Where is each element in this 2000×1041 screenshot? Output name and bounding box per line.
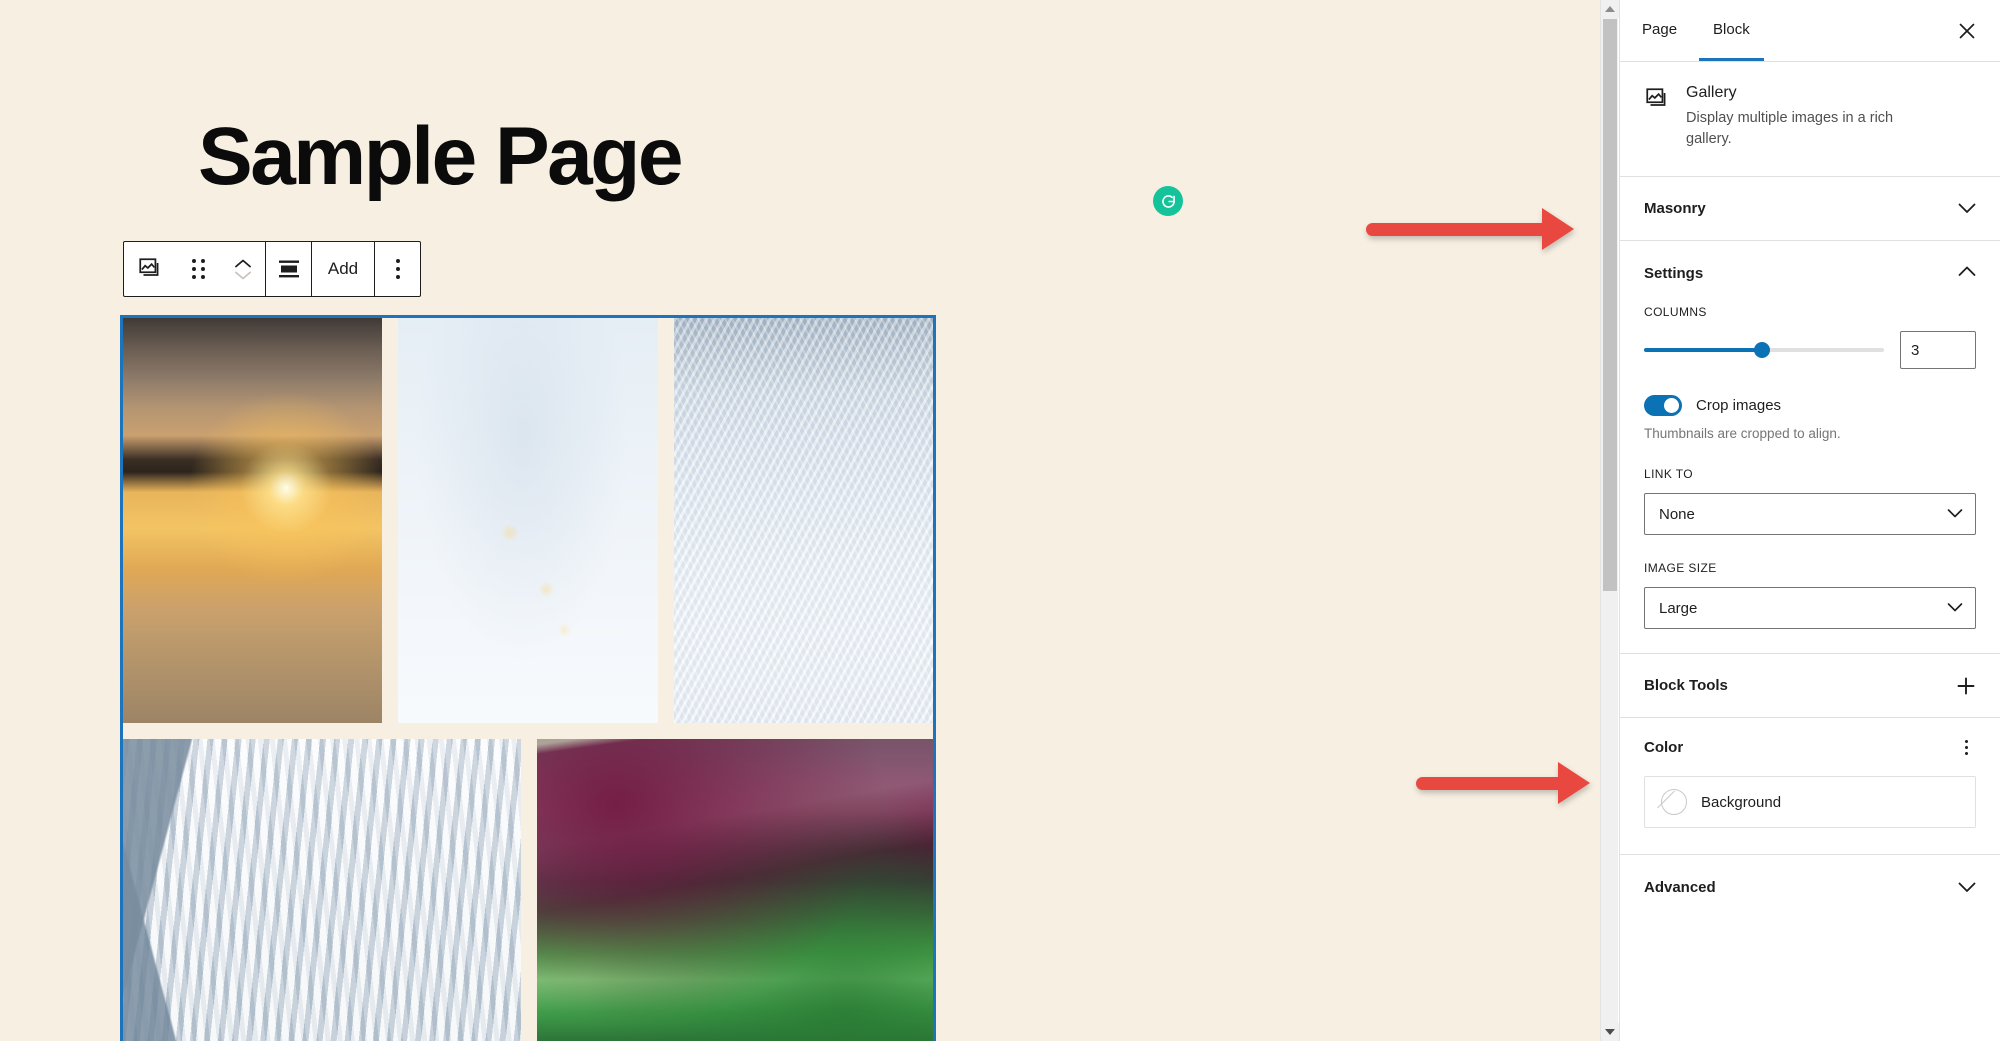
panel-masonry-label: Masonry [1644, 200, 1706, 218]
scrollbar-down-arrow[interactable] [1601, 1023, 1619, 1041]
block-info-card: Gallery Display multiple images in a ric… [1620, 62, 2000, 178]
arrow-shaft [1366, 223, 1562, 236]
chevron-down-icon[interactable] [1958, 882, 1976, 893]
block-toolbar-group-align [266, 242, 311, 296]
kebab-icon [395, 259, 400, 279]
gallery-block[interactable] [120, 315, 936, 1041]
gallery-row [123, 318, 933, 723]
scrollbar-thumb[interactable] [1603, 19, 1617, 591]
crop-images-help-text: Thumbnails are cropped to align. [1644, 426, 1841, 442]
canvas-scrollbar[interactable] [1600, 0, 1619, 1041]
grammarly-icon[interactable] [1153, 186, 1183, 216]
plus-icon[interactable] [1956, 676, 1976, 696]
tab-block[interactable]: Block [1699, 0, 1764, 61]
color-section-header: Color [1620, 718, 2000, 776]
background-color-row[interactable]: Background [1644, 776, 1976, 829]
move-up-down-buttons[interactable] [221, 242, 265, 296]
kebab-icon[interactable] [1957, 732, 1976, 763]
more-options-button[interactable] [375, 242, 420, 296]
align-icon[interactable] [266, 242, 311, 296]
image-size-select[interactable]: Large [1644, 587, 1976, 630]
arrow-shaft [1416, 777, 1578, 790]
block-title: Gallery [1686, 84, 1737, 101]
gallery-image-frosted-trees[interactable] [673, 318, 933, 723]
editor-canvas: Sample Page Add [0, 0, 1600, 1041]
triangle-up-icon [1605, 6, 1615, 12]
link-to-label: LINK TO [1644, 467, 1694, 482]
panel-settings[interactable]: Settings [1620, 241, 2000, 305]
page-title: Sample Page [198, 111, 683, 202]
gallery-icon [1644, 86, 1670, 150]
columns-slider-fill [1644, 348, 1762, 353]
panel-settings-body: COLUMNS 3 Crop images Thumbnails are cro… [1620, 305, 2000, 655]
chevron-down-icon [1947, 506, 1963, 523]
tab-page[interactable]: Page [1628, 0, 1691, 61]
toggle-knob [1664, 398, 1679, 414]
chevron-down-icon [1947, 600, 1963, 617]
settings-sidebar: Page Block Gallery Display multiple imag… [1619, 0, 2000, 1041]
image-size-label: IMAGE SIZE [1644, 561, 1717, 576]
crop-images-control: Crop images [1644, 395, 1976, 417]
block-toolbar-group-add: Add [312, 242, 374, 296]
gallery-image-snowy-bridge[interactable] [398, 318, 658, 723]
editor-window: Sample Page Add Page Block Gallery Displ… [0, 0, 2000, 1041]
link-to-value: None [1659, 505, 1695, 523]
panel-settings-label: Settings [1644, 264, 1704, 282]
gallery-image-aurora[interactable] [537, 739, 933, 1041]
gallery-image-snowy-pines[interactable] [123, 739, 521, 1041]
crop-images-toggle[interactable] [1644, 395, 1682, 417]
block-description: Display multiple images in a rich galler… [1686, 110, 1894, 148]
no-color-swatch-icon [1661, 789, 1687, 816]
panel-block-tools-label: Block Tools [1644, 677, 1728, 695]
add-button[interactable]: Add [312, 242, 374, 296]
chevron-up-icon[interactable] [235, 259, 251, 268]
block-toolbar-group-more [375, 242, 420, 296]
columns-label: COLUMNS [1644, 305, 1707, 320]
columns-number-input[interactable]: 3 [1900, 331, 1976, 370]
chevron-up-icon[interactable] [1958, 264, 1976, 282]
columns-slider[interactable] [1644, 342, 1884, 359]
gallery-icon[interactable] [124, 242, 176, 296]
columns-control: 3 [1644, 331, 1976, 370]
chevron-down-icon[interactable] [1958, 203, 1976, 214]
block-toolbar: Add [123, 241, 421, 297]
panel-advanced[interactable]: Advanced [1620, 855, 2000, 919]
sidebar-tabs: Page Block [1620, 0, 2000, 62]
arrow-to-block-tools [1416, 762, 1602, 804]
arrow-head [1558, 762, 1590, 804]
triangle-down-icon [1605, 1029, 1615, 1035]
columns-slider-thumb[interactable] [1753, 342, 1770, 359]
panel-block-tools[interactable]: Block Tools [1620, 654, 2000, 719]
close-icon[interactable] [1948, 12, 1986, 50]
arrow-head [1542, 208, 1574, 250]
color-heading: Color [1644, 738, 1684, 756]
block-info-text: Gallery Display multiple images in a ric… [1686, 84, 1901, 150]
drag-dots-glyph [192, 259, 205, 279]
gallery-row [123, 739, 933, 1041]
block-toolbar-group-primary [124, 242, 265, 296]
background-label: Background [1701, 793, 1782, 811]
scrollbar-up-arrow[interactable] [1601, 0, 1619, 18]
gallery-image-winter-sunset[interactable] [123, 318, 383, 723]
crop-images-label: Crop images [1696, 397, 1782, 415]
arrow-to-masonry [1366, 208, 1586, 250]
drag-dots-icon[interactable] [176, 242, 221, 296]
chevron-down-icon[interactable] [235, 271, 251, 280]
link-to-select[interactable]: None [1644, 493, 1976, 536]
panel-masonry[interactable]: Masonry [1620, 177, 2000, 242]
image-size-value: Large [1659, 599, 1698, 617]
panel-advanced-label: Advanced [1644, 878, 1716, 896]
